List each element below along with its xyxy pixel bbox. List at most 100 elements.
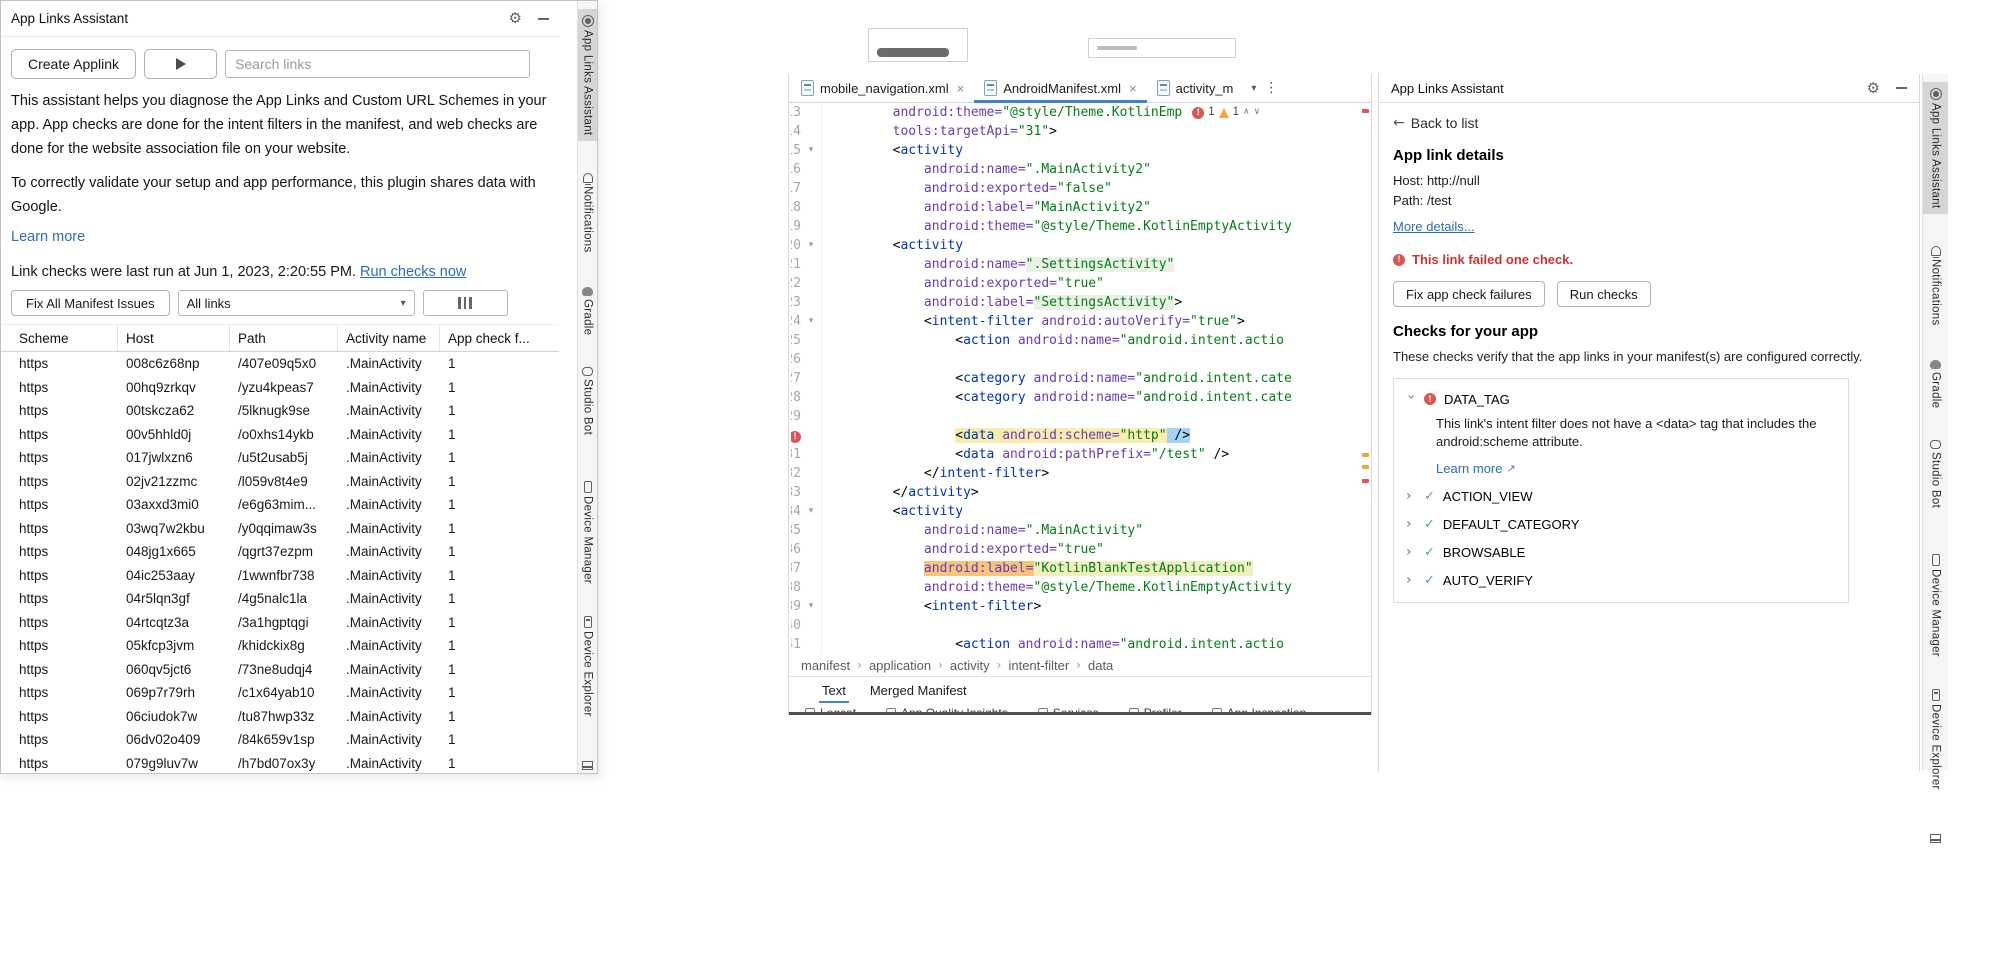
code-line[interactable]: 37 android:label="KotlinBlankTestApplica…: [789, 559, 1371, 578]
tool-strip-tab-studio-bot[interactable]: Studio Bot: [578, 359, 597, 441]
hidden-tabs-chevron-icon[interactable]: ▾: [1251, 83, 1256, 94]
code-line[interactable]: 23 android:label="SettingsActivity">: [789, 293, 1371, 312]
tab-options-icon[interactable]: ⋮: [1264, 80, 1278, 96]
run-checks-button[interactable]: Run checks: [1557, 281, 1651, 307]
code-editor[interactable]: 13 android:theme="@style/Theme.KotlinEmp…: [789, 103, 1371, 654]
fold-marker-icon[interactable]: ▾: [801, 236, 822, 255]
column-header[interactable]: App check f...: [440, 325, 559, 351]
breadcrumb-item-intent-filter[interactable]: intent-filter: [1008, 658, 1069, 673]
run-button[interactable]: [144, 49, 217, 79]
bottom-tool-tab-profiler[interactable]: Profiler: [1129, 703, 1182, 712]
table-row[interactable]: https06ciudok7w/tu87hwp33z.MainActivity1: [1, 705, 559, 729]
code-line[interactable]: 41 <action android:name="android.intent.…: [789, 635, 1371, 654]
fold-marker-icon[interactable]: ▾: [801, 312, 822, 331]
tool-strip-tab-device-explorer[interactable]: Device Explorer: [578, 610, 597, 723]
next-issue-icon[interactable]: ∨: [1254, 103, 1261, 122]
tool-strip-tab-app-links-assistant[interactable]: App Links Assistant: [578, 9, 597, 141]
table-row[interactable]: https00tskcza62/5lknugk9se.MainActivity1: [1, 399, 559, 423]
code-line[interactable]: 28 <category android:name="android.inten…: [789, 388, 1371, 407]
code-line[interactable]: 27 <category android:name="android.inten…: [789, 369, 1371, 388]
search-input[interactable]: [225, 50, 530, 78]
table-row[interactable]: https079g9luv7w/h7bd07ox3y.MainActivity1: [1, 752, 559, 776]
code-line[interactable]: 39▾ <intent-filter>: [789, 597, 1371, 616]
breadcrumb-item-data[interactable]: data: [1088, 658, 1113, 673]
prev-issue-icon[interactable]: ∧: [1243, 103, 1250, 122]
code-line[interactable]: 17 android:exported="false": [789, 179, 1371, 198]
tool-strip-tab-gradle[interactable]: Gradle: [578, 281, 597, 341]
column-header[interactable]: Scheme: [1, 325, 118, 351]
bottom-tool-tab-logcat[interactable]: Logcat: [805, 703, 856, 712]
create-applink-button[interactable]: Create Applink: [11, 49, 136, 79]
run-checks-now-link[interactable]: Run checks now: [360, 264, 466, 280]
editor-tab-activity-m[interactable]: activity_m: [1147, 74, 1244, 102]
links-filter-dropdown[interactable]: All links ▾: [178, 290, 415, 316]
bottom-tool-tab-app-inspection[interactable]: App Inspection: [1212, 703, 1306, 712]
check-learn-more[interactable]: Learn more ↗: [1436, 461, 1836, 476]
fix-app-check-failures-button[interactable]: Fix app check failures: [1393, 281, 1545, 307]
table-row[interactable]: https048jg1x665/qgrt37ezpm.MainActivity1: [1, 540, 559, 564]
table-row[interactable]: https00hq9zrkqv/yzu4kpeas7.MainActivity1: [1, 376, 559, 400]
warning-stripe-mark[interactable]: [1362, 453, 1369, 457]
learn-more-link[interactable]: Learn more: [11, 229, 85, 245]
close-icon[interactable]: ×: [1129, 81, 1137, 96]
check-row-auto-verify[interactable]: ›✓AUTO_VERIFY: [1406, 572, 1836, 588]
gear-icon[interactable]: ⚙: [1867, 81, 1880, 96]
minimize-icon[interactable]: [538, 18, 549, 20]
breadcrumb-item-manifest[interactable]: manifest: [801, 658, 850, 673]
fold-marker-icon[interactable]: ▾: [801, 141, 822, 160]
check-row-default-category[interactable]: ›✓DEFAULT_CATEGORY: [1406, 516, 1836, 532]
tool-strip-tab-app-links-assistant[interactable]: App Links Assistant: [1923, 82, 1948, 214]
column-header[interactable]: Path: [230, 325, 338, 351]
editor-tab-mobile-navigation-xml[interactable]: mobile_navigation.xml×: [791, 74, 974, 102]
code-line[interactable]: 13 android:theme="@style/Theme.KotlinEmp…: [789, 103, 1371, 122]
table-row[interactable]: https05kfcp3jvm/khidckix8g.MainActivity1: [1, 634, 559, 658]
column-header[interactable]: Activity name: [338, 325, 440, 351]
error-stripe-mark[interactable]: [1362, 479, 1369, 483]
gear-icon[interactable]: ⚙: [509, 11, 522, 26]
code-line[interactable]: ! <data android:scheme="http" />: [789, 426, 1371, 445]
table-row[interactable]: https06dv02o409/84k659v1sp.MainActivity1: [1, 728, 559, 752]
tool-strip-extra-tab[interactable]: [578, 755, 597, 776]
tool-strip-tab-device-manager[interactable]: Device Manager: [578, 475, 597, 590]
back-to-list-link[interactable]: ← Back to list: [1393, 115, 1905, 131]
check-row-data-tag[interactable]: › ! DATA_TAG: [1406, 391, 1836, 407]
table-row[interactable]: https069p7r79rh/c1x64yab10.MainActivity1: [1, 681, 559, 705]
minimize-icon[interactable]: [1896, 87, 1907, 89]
fix-all-manifest-issues-button[interactable]: Fix All Manifest Issues: [11, 290, 170, 316]
table-row[interactable]: https060qv5jct6/73ne8udqj4.MainActivity1: [1, 658, 559, 682]
table-row[interactable]: https02jv21zzmc/l059v8t4e9.MainActivity1: [1, 470, 559, 494]
inspection-widget[interactable]: !11∧∨: [1192, 103, 1260, 122]
code-line[interactable]: 33 </activity>: [789, 483, 1371, 502]
bottom-tab-text[interactable]: Text: [813, 680, 855, 701]
bottom-tool-tab-services[interactable]: Services: [1038, 703, 1099, 712]
code-line[interactable]: 26: [789, 350, 1371, 369]
table-row[interactable]: https017jwlxzn6/u5t2usab5j.MainActivity1: [1, 446, 559, 470]
code-line[interactable]: 31 <data android:pathPrefix="/test" />: [789, 445, 1371, 464]
error-stripe-mark[interactable]: [1362, 109, 1369, 113]
tool-strip-tab-studio-bot[interactable]: Studio Bot: [1923, 432, 1948, 514]
more-details-link[interactable]: More details...: [1393, 219, 1475, 234]
code-line[interactable]: 24▾ <intent-filter android:autoVerify="t…: [789, 312, 1371, 331]
tool-strip-tab-notifications[interactable]: Notifications: [578, 167, 597, 259]
table-row[interactable]: https04ic253aay/1wwnfbr738.MainActivity1: [1, 564, 559, 588]
code-line[interactable]: 34▾ <activity: [789, 502, 1371, 521]
code-line[interactable]: 19 android:theme="@style/Theme.KotlinEmp…: [789, 217, 1371, 236]
bottom-tool-tab-app-quality-insights[interactable]: App Quality Insights: [886, 703, 1008, 712]
editor-tab-androidmanifest-xml[interactable]: AndroidManifest.xml×: [974, 74, 1146, 102]
table-row[interactable]: https00v5hhld0j/o0xhs14ykb.MainActivity1: [1, 423, 559, 447]
code-line[interactable]: 20▾ <activity: [789, 236, 1371, 255]
code-line[interactable]: 35 android:name=".MainActivity": [789, 521, 1371, 540]
warning-stripe-mark[interactable]: [1362, 465, 1369, 469]
column-settings-button[interactable]: [423, 290, 508, 316]
tool-strip-tab-notifications[interactable]: Notifications: [1923, 240, 1948, 332]
code-line[interactable]: 14 tools:targetApi="31">: [789, 122, 1371, 141]
table-row[interactable]: https04rtcqtz3a/3a1hgptqgi.MainActivity1: [1, 611, 559, 635]
fold-marker-icon[interactable]: ▾: [801, 597, 822, 616]
table-row[interactable]: https03wq7w2kbu/y0qqimaw3s.MainActivity1: [1, 517, 559, 541]
tool-strip-tab-device-explorer[interactable]: Device Explorer: [1923, 683, 1948, 796]
code-line[interactable]: 38 android:theme="@style/Theme.KotlinEmp…: [789, 578, 1371, 597]
table-row[interactable]: https03axxd3mi0/e6g63mim....MainActivity…: [1, 493, 559, 517]
code-line[interactable]: 21 android:name=".SettingsActivity": [789, 255, 1371, 274]
close-icon[interactable]: ×: [957, 81, 965, 96]
breadcrumb-item-application[interactable]: application: [869, 658, 931, 673]
